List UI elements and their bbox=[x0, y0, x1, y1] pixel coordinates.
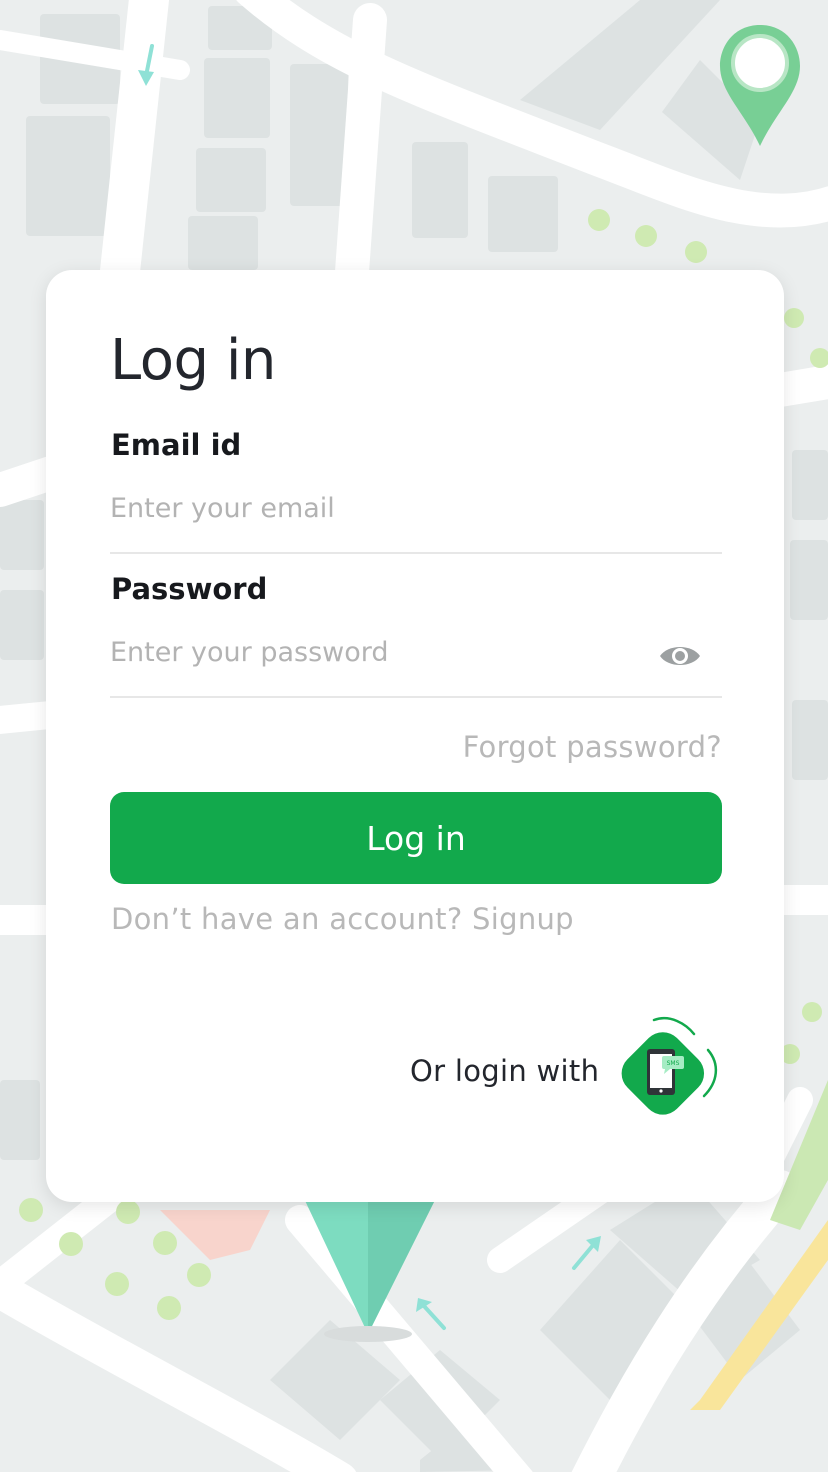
sms-login-button[interactable]: SMS bbox=[608, 1016, 722, 1130]
sms-phone-icon: SMS bbox=[621, 1017, 717, 1115]
email-label: Email id bbox=[111, 428, 242, 462]
sms-badge: SMS bbox=[667, 1060, 680, 1067]
signup-link[interactable]: Don’t have an account? Signup bbox=[111, 902, 574, 936]
alt-login-label: Or login with bbox=[410, 1054, 600, 1088]
password-underline bbox=[110, 696, 722, 698]
eye-icon[interactable] bbox=[658, 640, 702, 672]
email-underline bbox=[110, 552, 722, 554]
email-field[interactable] bbox=[110, 484, 722, 532]
password-label: Password bbox=[111, 572, 268, 606]
page-title: Log in bbox=[110, 328, 276, 393]
login-button[interactable]: Log in bbox=[110, 792, 722, 884]
password-field[interactable] bbox=[110, 628, 650, 676]
forgot-password-link[interactable]: Forgot password? bbox=[463, 730, 722, 764]
login-card: Log in Email id Password Forgot password… bbox=[46, 270, 784, 1202]
